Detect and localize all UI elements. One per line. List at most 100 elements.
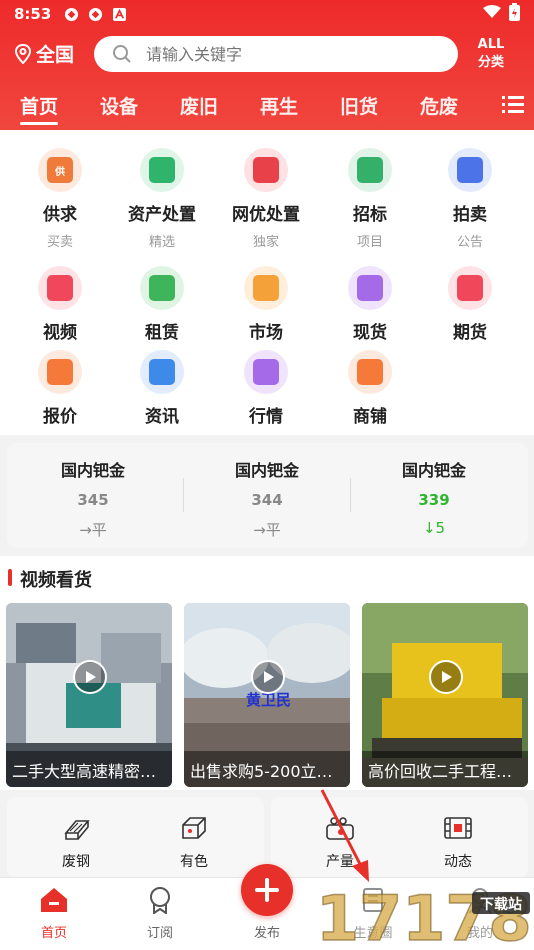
app-notification-icon: [87, 6, 103, 22]
tab-recycled[interactable]: 再生: [260, 92, 298, 119]
category-label: 动态: [444, 854, 472, 870]
video-section: 视频看货 二手大型高速精密… 黄卫民 出售求购5-200立… 高价回收二手工程…: [0, 556, 534, 790]
section-title: 视频看货: [8, 566, 92, 592]
grid-item-quote[interactable]: 报价: [10, 350, 110, 427]
category-output[interactable]: 产量: [305, 815, 375, 871]
price-value: 339: [418, 491, 450, 509]
home-icon: [41, 888, 67, 912]
grid-label: 网优处置: [232, 205, 300, 225]
svg-text:下载站: 下载站: [480, 896, 522, 913]
category-nonferrous[interactable]: 有色: [159, 815, 229, 871]
tab-home[interactable]: 首页: [20, 92, 59, 125]
play-icon: [429, 660, 463, 694]
grid-item-futures[interactable]: 期货: [420, 266, 520, 343]
grid-label: 视频: [43, 323, 77, 343]
category-tabs: 首页 设备 废旧 再生 旧货 危废: [0, 90, 534, 125]
feature-grid: 供供求 买卖 资产处置 精选 网优处置 独家 招标 项目 拍卖 公告 视频 租赁 市场 现货 期货 报价 资讯行…: [0, 130, 534, 435]
category-news[interactable]: 动态: [423, 815, 493, 871]
search-row: 全国 ALL 分类: [0, 34, 534, 74]
search-box[interactable]: [94, 36, 458, 72]
category-card: 产量 动态: [271, 797, 528, 877]
futures-icon: [448, 266, 492, 310]
quote-icon: [38, 350, 82, 394]
grid-label: 招标: [353, 205, 387, 225]
location-selector[interactable]: 全国: [14, 40, 74, 67]
grid-item-tender[interactable]: 招标 项目: [320, 148, 420, 250]
play-icon: [73, 660, 107, 694]
asset-icon: [140, 148, 184, 192]
tab-equipment[interactable]: 设备: [100, 92, 138, 119]
nav-label: 首页: [40, 926, 67, 941]
video-caption: 高价回收二手工程…: [362, 751, 528, 787]
price-name: 国内钯金: [401, 461, 466, 480]
grid-label: 商铺: [353, 407, 387, 427]
grid-item-supply[interactable]: 供供求 买卖: [10, 148, 110, 250]
app-header: 8:53 全国 ALL 分类: [0, 0, 534, 130]
location-pin-icon: [14, 43, 32, 64]
all-label: ALL: [477, 37, 505, 52]
price-change: ↓5: [422, 519, 446, 537]
grid-sublabel: 独家: [252, 235, 279, 250]
video-caption: 二手大型高速精密…: [6, 751, 172, 787]
nav-label: 订阅: [146, 926, 173, 941]
grid-item-asset[interactable]: 资产处置 精选: [112, 148, 212, 250]
site-watermark-logo: 17178 下载站: [312, 878, 534, 950]
tab-scrap[interactable]: 废旧: [180, 92, 218, 119]
news-icon: [140, 350, 184, 394]
price-name: 国内钯金: [234, 461, 299, 480]
price-change: →平: [253, 521, 281, 539]
grid-item-disposal[interactable]: 网优处置 独家: [216, 148, 316, 250]
price-value: 345: [77, 491, 109, 509]
grid-label: 期货: [453, 323, 487, 343]
video-card[interactable]: 高价回收二手工程…: [362, 603, 528, 787]
grid-label: 租赁: [145, 323, 179, 343]
battery-icon: [509, 3, 520, 25]
grid-sublabel: 精选: [148, 235, 175, 250]
nav-home[interactable]: 首页: [14, 886, 94, 941]
grid-item-lease[interactable]: 租赁: [112, 266, 212, 343]
all-categories-button[interactable]: ALL 分类: [470, 36, 512, 72]
video-card[interactable]: 二手大型高速精密…: [6, 603, 172, 787]
search-input[interactable]: [146, 44, 406, 64]
market-icon: [244, 266, 288, 310]
medal-icon: [150, 887, 170, 915]
publish-label: 发布: [253, 926, 280, 941]
category-label: 有色: [180, 854, 208, 870]
category-steel[interactable]: 废钢: [41, 815, 111, 871]
grid-item-news[interactable]: 资讯: [112, 350, 212, 427]
tab-hazardous[interactable]: 危废: [420, 92, 458, 119]
grid-item-video[interactable]: 视频: [10, 266, 110, 343]
wifi-icon: [483, 5, 501, 23]
output-icon: [326, 817, 354, 840]
grid-item-spot[interactable]: 现货: [320, 266, 420, 343]
grid-label: 现货: [353, 323, 387, 343]
price-ticker: 国内钯金 345 →平 国内钯金 344 →平 国内钯金 339 ↓5: [7, 443, 528, 548]
price-change: →平: [79, 521, 107, 539]
grid-sublabel: 公告: [456, 235, 483, 250]
grid-label: 市场: [249, 323, 283, 343]
app-notification-icon: [63, 6, 79, 22]
grid-item-shop[interactable]: 商铺: [320, 350, 420, 427]
grid-item-trend[interactable]: 行情: [216, 350, 316, 427]
price-item[interactable]: 国内钯金 344 →平: [181, 443, 353, 548]
location-label: 全国: [36, 44, 75, 66]
tab-used-goods[interactable]: 旧货: [340, 92, 378, 119]
status-time: 8:53: [14, 5, 52, 23]
search-icon: [113, 45, 131, 63]
category-label: 分类: [477, 55, 504, 70]
video-icon: [38, 266, 82, 310]
publish-button[interactable]: [241, 864, 293, 916]
menu-icon[interactable]: [502, 94, 524, 114]
nonferrous-icon: [182, 817, 206, 839]
grid-item-auction[interactable]: 拍卖 公告: [420, 148, 520, 250]
price-item[interactable]: 国内钯金 339 ↓5: [348, 443, 520, 548]
plus-icon: [255, 878, 279, 902]
disposal-icon: [244, 148, 288, 192]
price-item[interactable]: 国内钯金 345 →平: [7, 443, 179, 548]
nav-subscribe[interactable]: 订阅: [120, 886, 200, 941]
video-card[interactable]: 黄卫民 出售求购5-200立…: [184, 603, 350, 787]
tender-icon: [348, 148, 392, 192]
grid-item-market[interactable]: 市场: [216, 266, 316, 343]
shop-icon: [348, 350, 392, 394]
grid-label: 供求: [43, 205, 77, 225]
